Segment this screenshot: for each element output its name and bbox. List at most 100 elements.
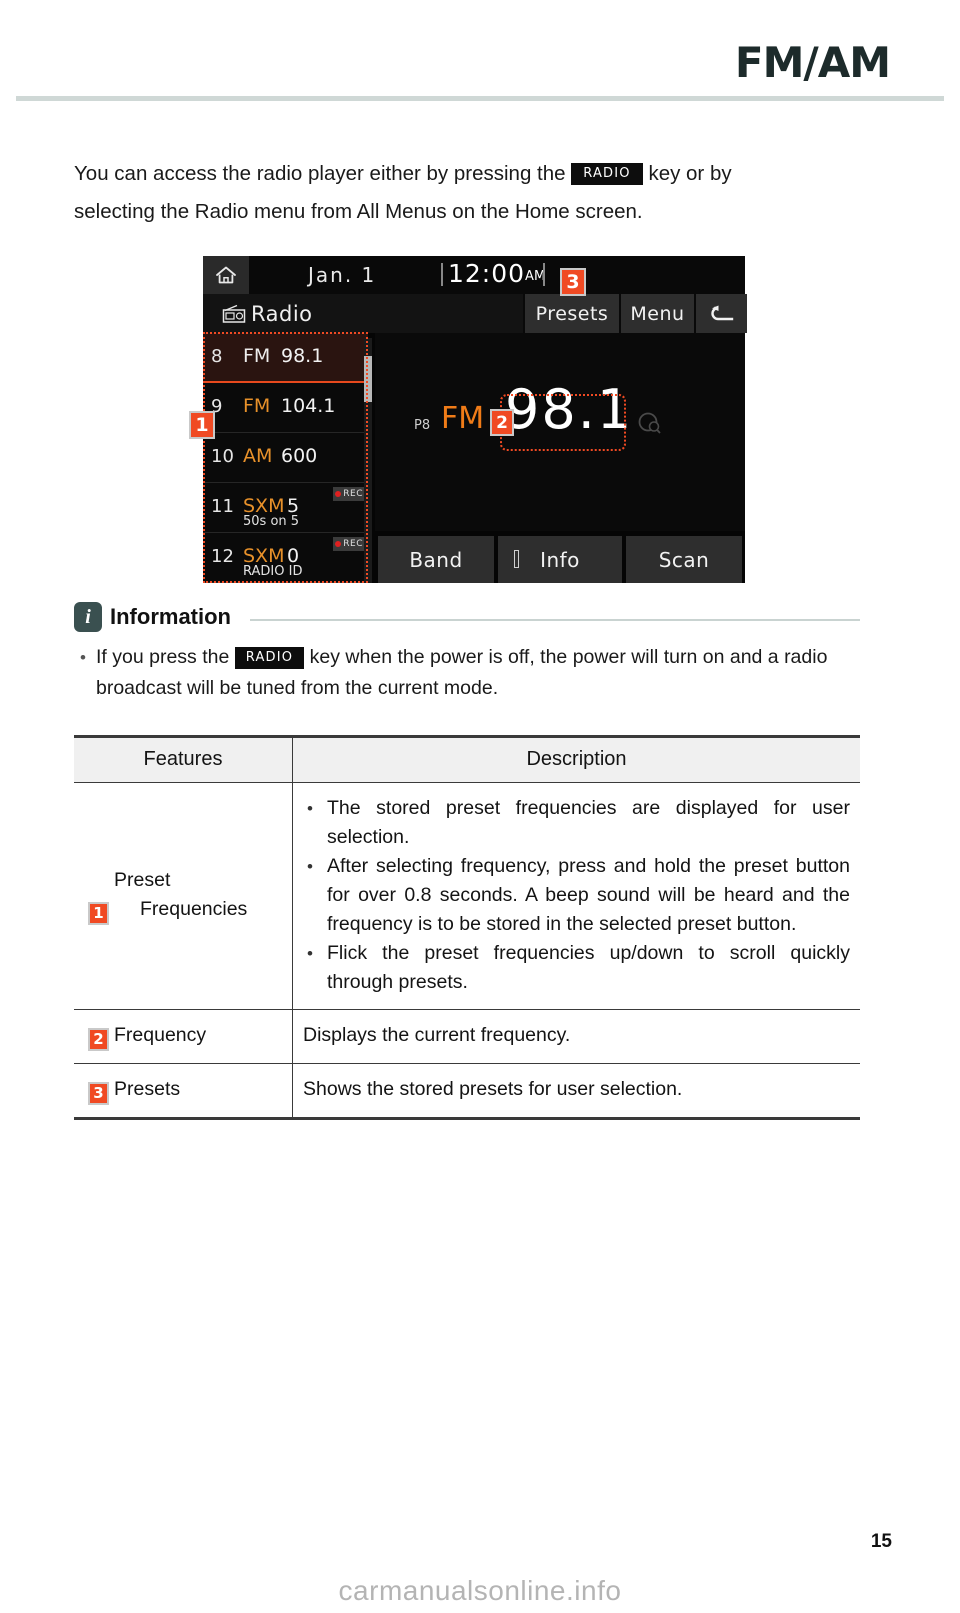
search-icon[interactable] [637,411,663,440]
frequency-display: P8 FM 98.1 [375,333,745,531]
radio-key-badge: RADIO [234,647,305,669]
status-bar: Jan. 1 12:00AM [203,256,745,294]
display-frequency: 98.1 [505,378,634,441]
info-indicator-icon [514,550,519,568]
table-row: 2 Frequency Displays the current frequenc… [74,1009,860,1064]
rec-label: REC [343,539,363,549]
preset-band: FM [243,395,271,417]
column-header-features: Features [74,735,293,783]
table-row: 3 Presets Shows the stored presets for us… [74,1063,860,1120]
preset-row[interactable]: 11 SXM 5 50s on 5 REC [203,483,368,533]
callout-badge-1: 1 [189,411,215,439]
menu-button[interactable]: Menu [619,294,694,333]
radio-screen-screenshot: Jan. 1 12:00AM Radio Presets Menu 8 FM 9… [203,256,747,583]
list-item: • The stored preset frequencies are displ… [303,794,850,852]
feature-label: Presets [114,1078,181,1100]
preset-row[interactable]: 8 FM 98.1 [203,333,368,383]
list-item: • After selecting frequency, press and ho… [303,852,850,939]
rec-label: REC [343,489,363,499]
feature-cell: 3 Presets [74,1063,293,1120]
status-divider-left [441,263,443,286]
band-button[interactable]: Band [378,536,494,583]
status-date: Jan. 1 [308,263,377,287]
bullet-dot-icon: • [307,857,313,876]
preset-row[interactable]: 12 SXM 0 RADIO ID REC [203,533,368,583]
home-icon [216,266,236,284]
bullet-dot-icon: • [307,944,313,963]
rec-dot-icon [335,491,342,497]
description-cell: • The stored preset frequencies are displ… [292,782,860,1010]
info-icon: i [74,602,102,632]
callout-badge-1: 1 [88,902,109,925]
information-block: i Information • If you press the RADIO k… [74,602,860,699]
column-header-description: Description [292,735,860,783]
preset-list-scrollbar[interactable] [364,338,372,583]
preset-number: 10 [211,446,234,467]
list-item-text: Flick the preset frequencies up/down to … [327,942,850,993]
info-button[interactable]: Info [498,536,622,583]
list-item-text: The stored preset frequencies are displa… [327,797,850,848]
status-time-value: 12:00 [448,259,526,288]
description-bullet-list: • The stored preset frequencies are displ… [303,794,850,997]
preset-row[interactable]: 9 FM 104.1 [203,383,368,433]
display-band: FM [441,401,485,436]
feature-label: Preset Frequencies [114,866,247,924]
preset-frequency: 600 [281,445,318,467]
description-cell: Displays the current frequency. [292,1009,860,1064]
preset-list[interactable]: 8 FM 98.1 9 FM 104.1 10 AM 600 11 SXM 5 … [203,333,368,583]
information-title: Information [110,604,231,629]
intro-text-line2: selecting the Radio menu from All Menus … [74,200,643,223]
table-header-row: Features Description [74,735,860,783]
feature-cell: 1Preset Frequencies [74,782,293,1010]
rec-badge: REC [333,487,366,501]
preset-subtitle: 50s on 5 [243,514,300,529]
app-title: Radio [251,302,313,326]
home-button[interactable] [203,256,249,294]
intro-text-after: key or by [648,162,732,185]
scan-button[interactable]: Scan [626,536,742,583]
rec-badge: REC [333,537,366,551]
callout-badge-3: 3 [560,268,586,296]
radio-key-badge: RADIO [571,163,643,185]
display-preset-number: P8 [414,418,431,433]
scrollbar-thumb[interactable] [364,356,372,402]
information-bullet: • If you press the RADIO key when the po… [80,642,860,704]
preset-row[interactable]: 10 AM 600 [203,433,368,483]
intro-text-before: You can access the radio player either b… [74,162,566,185]
bullet-dot-icon: • [80,648,86,667]
preset-frequency: 104.1 [281,395,336,417]
feature-label-line2: Frequencies [140,898,248,920]
preset-band: AM [243,445,273,467]
callout-badge-2: 2 [88,1028,109,1051]
preset-number: 11 [211,496,234,517]
page-number: 15 [870,1531,892,1552]
information-divider [250,619,860,621]
page-title: FM/AM [734,38,891,87]
list-item: • Flick the preset frequencies up/down to… [303,939,850,997]
bullet-dot-icon: • [307,799,313,818]
information-header: i Information [74,602,860,634]
radio-icon [222,304,246,328]
preset-subtitle: RADIO ID [243,564,303,579]
features-table: Features Description 1Preset Frequencies … [74,735,860,1120]
description-cell: Shows the stored presets for user select… [292,1063,860,1120]
info-button-label: Info [540,547,580,572]
preset-band: FM [243,345,271,367]
status-divider-right [543,263,545,286]
feature-label: Frequency [114,1024,207,1046]
header-divider [16,96,944,101]
presets-button[interactable]: Presets [523,294,619,333]
watermark: carmanualsonline.info [338,1575,622,1606]
preset-number: 8 [211,346,223,367]
back-button[interactable] [694,294,747,333]
preset-frequency: 98.1 [281,345,324,367]
callout-badge-2: 2 [490,409,514,436]
list-item-text: After selecting frequency, press and hol… [327,855,850,935]
preset-number: 12 [211,546,234,567]
rec-dot-icon [335,541,342,547]
feature-label-line1: Preset [114,869,171,891]
callout-badge-3: 3 [88,1082,109,1105]
bottom-button-bar: Band Info Scan [375,536,745,583]
status-time: 12:00AM [448,259,545,288]
intro-paragraph: You can access the radio player either b… [74,155,860,231]
